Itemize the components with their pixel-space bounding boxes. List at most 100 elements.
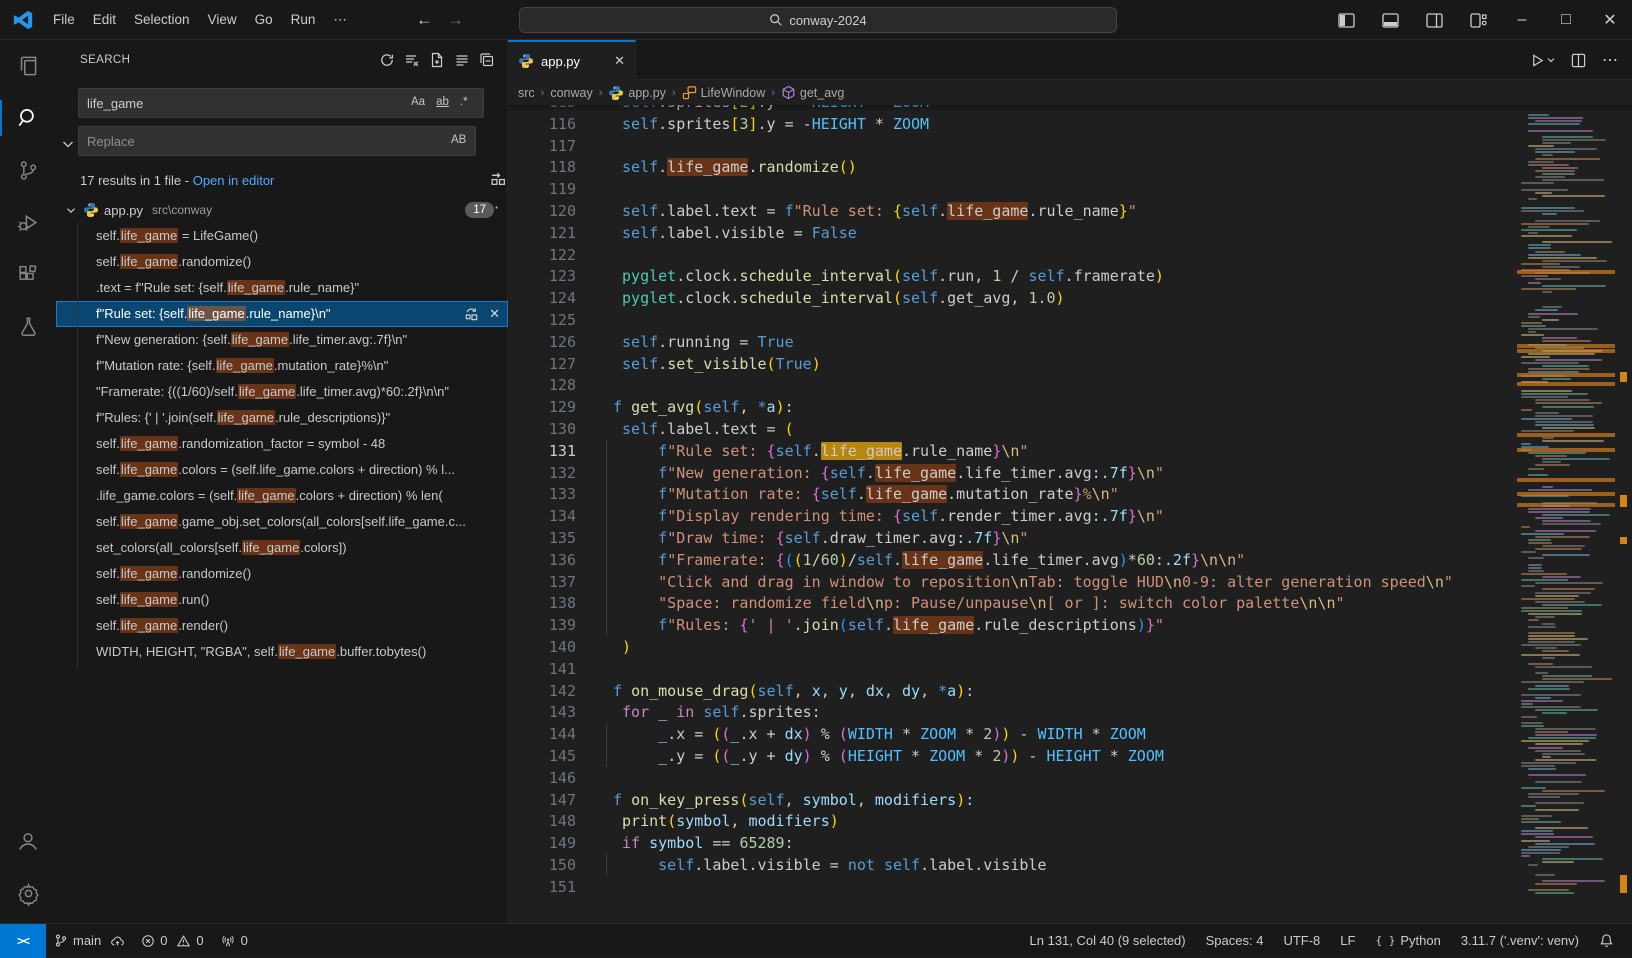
- new-search-editor-icon[interactable]: [429, 52, 445, 68]
- split-editor-icon[interactable]: [1571, 53, 1586, 68]
- tab-app-py[interactable]: app.py ✕: [508, 40, 636, 80]
- activity-testing-icon[interactable]: [0, 300, 56, 352]
- search-match-row[interactable]: self.life_game.render(): [56, 613, 508, 639]
- search-match-row[interactable]: "Framerate: {((1/60)/self.life_game.life…: [56, 379, 508, 405]
- language-mode-item[interactable]: { } Python: [1365, 933, 1450, 948]
- replace-match-icon[interactable]: [464, 307, 479, 322]
- breadcrumb-lifewindow[interactable]: LifeWindow: [682, 85, 766, 100]
- git-branch-item[interactable]: main: [46, 924, 133, 957]
- chevron-down-icon: [64, 203, 78, 217]
- toggle-primary-sidebar-icon[interactable]: [1324, 0, 1368, 40]
- notifications-bell-icon[interactable]: [1589, 933, 1624, 948]
- minimap[interactable]: [1517, 105, 1615, 903]
- activity-source-control-icon[interactable]: [0, 144, 56, 196]
- search-match-row[interactable]: WIDTH, HEIGHT, "RGBA", self.life_game.bu…: [56, 639, 508, 665]
- menu-go[interactable]: Go: [246, 8, 282, 31]
- command-center-search[interactable]: conway-2024: [519, 7, 1117, 33]
- breadcrumb-src[interactable]: src: [518, 86, 535, 100]
- problems-item[interactable]: 0 0: [133, 924, 211, 957]
- collapse-all-icon[interactable]: [479, 52, 495, 68]
- python-interpreter-item[interactable]: 3.11.7 ('.venv': venv): [1451, 933, 1589, 948]
- toggle-panel-icon[interactable]: [1368, 0, 1412, 40]
- run-python-file-icon[interactable]: [1530, 53, 1555, 68]
- encoding-item[interactable]: UTF-8: [1273, 933, 1330, 948]
- sync-cloud-icon: [110, 934, 125, 948]
- refresh-icon[interactable]: [379, 52, 395, 68]
- vertical-scrollbar[interactable]: [1615, 105, 1632, 903]
- eol-item[interactable]: LF: [1330, 933, 1365, 948]
- whole-word-icon[interactable]: ab: [433, 94, 452, 110]
- toggle-replace-chevron-icon[interactable]: [60, 136, 76, 152]
- dismiss-match-icon[interactable]: ✕: [489, 301, 500, 327]
- regex-icon[interactable]: .*: [457, 94, 471, 110]
- customize-layout-icon[interactable]: [1456, 0, 1500, 40]
- search-match-row[interactable]: self.life_game.randomize(): [56, 249, 508, 275]
- menu-view[interactable]: View: [199, 8, 246, 31]
- search-match-row[interactable]: .text = f"Rule set: {self.life_game.rule…: [56, 275, 508, 301]
- breadcrumb-separator: ›: [541, 87, 545, 99]
- activity-run-debug-icon[interactable]: [0, 196, 56, 248]
- activity-explorer-icon[interactable]: [0, 40, 56, 92]
- preserve-case-icon[interactable]: AB: [448, 132, 469, 148]
- search-match-row[interactable]: self.life_game.game_obj.set_colors(all_c…: [56, 509, 508, 535]
- match-case-icon[interactable]: Aa: [408, 94, 428, 110]
- code-line-120: 120 self.label.text = f"Rule set: {self.…: [508, 200, 1508, 222]
- history-forward-button[interactable]: →: [447, 10, 464, 30]
- activity-extensions-icon[interactable]: [0, 248, 56, 300]
- search-match-row[interactable]: set_colors(all_colors[self.life_game.col…: [56, 535, 508, 561]
- title-bar: FileEditSelectionViewGoRun⋯ ← → conway-2…: [0, 0, 1632, 40]
- breadcrumb-separator: ›: [599, 87, 603, 99]
- close-button[interactable]: ✕: [1588, 0, 1632, 40]
- code-line-140: 140 ): [508, 636, 1508, 658]
- python-symbol-icon: [608, 85, 624, 101]
- maximize-button[interactable]: □: [1544, 0, 1588, 40]
- history-back-button[interactable]: ←: [416, 10, 433, 30]
- code-editor[interactable]: 115 self.sprites[2].y = -HEIGHT * ZOOM11…: [508, 105, 1508, 903]
- menu-edit[interactable]: Edit: [84, 8, 125, 31]
- more-actions-icon[interactable]: ⋯: [1602, 50, 1618, 70]
- open-in-editor-link[interactable]: Open in editor: [193, 173, 275, 188]
- menu-selection[interactable]: Selection: [125, 8, 199, 31]
- replace-input[interactable]: [78, 126, 476, 156]
- breadcrumb-app-py[interactable]: app.py: [608, 85, 666, 101]
- code-line-117: 117: [508, 135, 1508, 157]
- search-match-row[interactable]: self.life_game.randomization_factor = sy…: [56, 431, 508, 457]
- minimize-button[interactable]: –: [1500, 0, 1544, 40]
- tab-close-icon[interactable]: ✕: [614, 53, 625, 69]
- menu-file[interactable]: File: [44, 8, 84, 31]
- activity-search-icon[interactable]: [0, 92, 56, 144]
- code-line-150: 150 self.label.visible = not self.label.…: [508, 854, 1508, 876]
- search-match-row[interactable]: self.life_game.run(): [56, 587, 508, 613]
- code-line-133: 133 f"Mutation rate: {self.life_game.mut…: [508, 483, 1508, 505]
- overview-ruler-mark: [1620, 495, 1627, 507]
- menu-run[interactable]: Run: [282, 8, 325, 31]
- activity-account-icon[interactable]: [0, 815, 56, 867]
- search-match-row[interactable]: f"Mutation rate: {self.life_game.mutatio…: [56, 353, 508, 379]
- toggle-secondary-sidebar-icon[interactable]: [1412, 0, 1456, 40]
- ports-item[interactable]: 0: [212, 924, 256, 957]
- breadcrumb-conway[interactable]: conway: [550, 86, 592, 100]
- minimap-match-stripe: [1517, 503, 1615, 507]
- search-match-row[interactable]: .life_game.colors = (self.life_game.colo…: [56, 483, 508, 509]
- minimap-match-stripe: [1517, 433, 1615, 437]
- indentation-item[interactable]: Spaces: 4: [1196, 933, 1274, 948]
- search-match-row[interactable]: self.life_game.colors = (self.life_game.…: [56, 457, 508, 483]
- remote-indicator[interactable]: ><: [0, 924, 46, 958]
- overview-ruler-mark: [1620, 372, 1627, 382]
- code-line-129: 129f get_avg(self, *a):: [508, 396, 1508, 418]
- search-match-row[interactable]: f"New generation: {self.life_game.life_t…: [56, 327, 508, 353]
- replace-all-icon[interactable]: [490, 170, 507, 187]
- horizontal-scrollbar[interactable]: [508, 903, 1508, 923]
- tab-label: app.py: [541, 54, 607, 69]
- view-as-list-icon[interactable]: [454, 52, 470, 68]
- search-match-row[interactable]: f"Rule set: {self.life_game.rule_name}\n…: [56, 301, 508, 327]
- cursor-position-item[interactable]: Ln 131, Col 40 (9 selected): [1020, 933, 1196, 948]
- file-result-row[interactable]: app.py src\conway 17: [56, 197, 508, 223]
- search-match-row[interactable]: f"Rules: {' | '.join(self.life_game.rule…: [56, 405, 508, 431]
- activity-settings-icon[interactable]: [0, 867, 56, 919]
- clear-results-icon[interactable]: [404, 52, 420, 68]
- search-match-row[interactable]: self.life_game = LifeGame(): [56, 223, 508, 249]
- breadcrumb-get-avg[interactable]: get_avg: [781, 85, 844, 100]
- search-match-row[interactable]: self.life_game.randomize(): [56, 561, 508, 587]
- menu-[interactable]: ⋯: [324, 8, 356, 32]
